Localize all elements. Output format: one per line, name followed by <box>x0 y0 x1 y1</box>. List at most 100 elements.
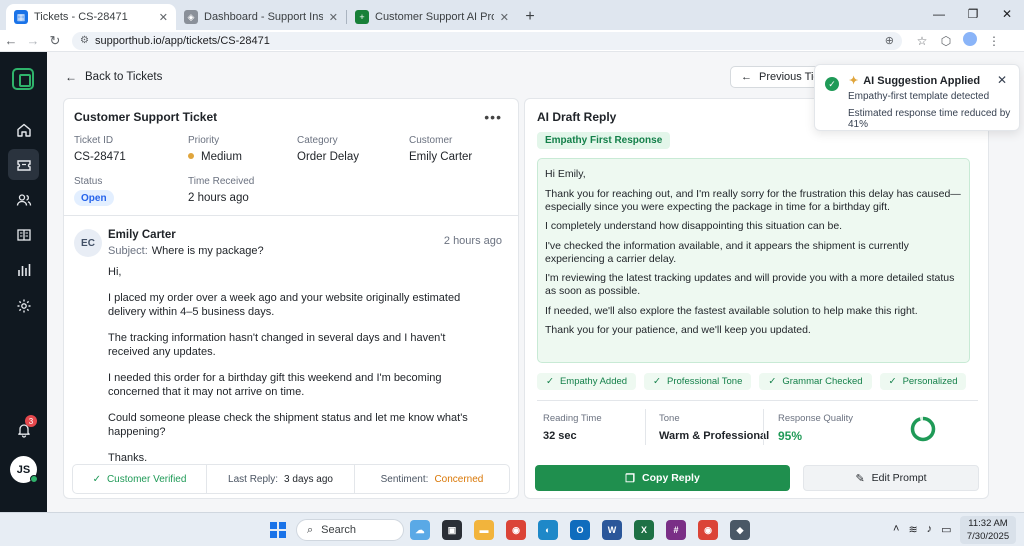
reload-icon[interactable]: ↻ <box>44 33 66 49</box>
quality-ring-fill <box>910 416 936 442</box>
browser-tab-dashboard[interactable]: ◈ Dashboard - Support Insights ✕ <box>176 4 346 30</box>
divider <box>537 400 978 401</box>
arrow-left-icon: ← <box>65 70 77 84</box>
check-icon: ✓ <box>546 376 554 387</box>
word-icon[interactable]: W <box>602 520 622 540</box>
subject-label: Subject: <box>108 245 148 257</box>
wifi-icon[interactable]: ≋ <box>908 523 917 536</box>
pencil-icon: ✎ <box>855 472 865 485</box>
toast-title: ✦ AI Suggestion Applied <box>849 74 980 87</box>
windows-start-icon[interactable] <box>270 522 286 538</box>
app-logo-icon[interactable] <box>12 68 34 90</box>
check-icon: ✓ <box>888 376 897 387</box>
taskbar-clock[interactable]: 11:32 AM 7/30/2025 <box>960 516 1016 544</box>
tone-value: Warm & Professional <box>659 430 770 442</box>
edge-icon[interactable]: ◐ <box>538 520 558 540</box>
user-avatar[interactable]: JS <box>10 456 38 483</box>
template-tag: Empathy First Response <box>537 132 671 149</box>
browser-tab-bar: ▦ Tickets - CS-28471 ✕ ◈ Dashboard - Sup… <box>0 0 1024 30</box>
sidebar-item-settings[interactable] <box>8 290 39 321</box>
quality-checks: ✓ Empathy Added ✓ Professional Tone ✓ Gramm… <box>537 373 974 390</box>
ai-reply-title: AI Draft Reply <box>537 110 617 124</box>
check-empathy-added: ✓ Empathy Added <box>537 373 637 390</box>
system-tray: ˄ ≋ ♪ ▭ <box>893 523 961 536</box>
ticket-id-value: CS-28471 <box>74 151 126 163</box>
response-quality-value: 95% <box>778 429 803 443</box>
browser-tab-tickets[interactable]: ▦ Tickets - CS-28471 ✕ <box>6 4 176 30</box>
app-icon[interactable]: ◆ <box>730 520 750 540</box>
edit-prompt-button[interactable]: ✎ Edit Prompt <box>803 465 979 491</box>
back-label: Back to Tickets <box>85 71 163 83</box>
volume-icon[interactable]: ♪ <box>927 523 933 536</box>
check-icon: ✓ <box>653 376 662 387</box>
excel-icon[interactable]: X <box>634 520 654 540</box>
extensions-icon[interactable]: ⬡ <box>934 34 958 48</box>
bookmark-star-icon[interactable]: ☆ <box>910 34 934 48</box>
taskbar-search[interactable]: ⌕ Search <box>296 519 404 541</box>
outlook-icon[interactable]: O <box>570 520 590 540</box>
battery-icon[interactable]: ▭ <box>941 523 951 536</box>
priority-label: Priority <box>188 135 220 146</box>
more-options-icon[interactable]: ••• <box>484 109 502 125</box>
url-field[interactable]: ⚙ supporthub.io/app/tickets/CS-28471 ⊕ <box>72 31 902 50</box>
ticket-card-title: Customer Support Ticket <box>74 110 218 124</box>
priority-dot <box>188 153 194 159</box>
draft-paragraph: Thank you for reaching out, and I'm real… <box>545 187 961 213</box>
close-toast-icon[interactable]: ✕ <box>997 73 1007 87</box>
back-to-tickets-link[interactable]: ← Back to Tickets <box>65 70 162 84</box>
address-bar-row: ← → ↻ ⚙ supporthub.io/app/tickets/CS-284… <box>0 30 1024 52</box>
sparkle-icon: ✦ <box>849 75 859 87</box>
tab-label: Customer Support AI Prompts - G <box>375 11 494 23</box>
message-time: 2 hours ago <box>443 235 502 247</box>
priority-value: Medium <box>188 151 242 163</box>
chrome-icon[interactable]: ◉ <box>506 520 526 540</box>
new-tab-button[interactable]: + <box>517 4 543 30</box>
ai-suggestion-toast: ✓ ✦ AI Suggestion Applied Empathy-first t… <box>814 64 1020 131</box>
sidebar-item-home[interactable] <box>8 114 39 145</box>
close-tab-icon[interactable]: ✕ <box>329 11 338 24</box>
copy-reply-label: Copy Reply <box>642 472 700 484</box>
chevron-up-icon[interactable]: ˄ <box>893 523 899 536</box>
close-window-icon[interactable]: ✕ <box>990 0 1024 28</box>
category-label: Category <box>297 135 338 146</box>
notifications-button[interactable]: 3 <box>8 414 39 445</box>
window-controls: — ❐ ✕ <box>922 0 1024 30</box>
check-professional-tone: ✓ Professional Tone <box>644 373 752 390</box>
profile-avatar[interactable] <box>958 32 982 49</box>
clock-date: 7/30/2025 <box>966 531 1010 542</box>
customer-verified-indicator: ✓ Customer Verified <box>73 465 207 493</box>
slack-icon[interactable]: # <box>666 520 686 540</box>
draft-paragraph: If needed, we'll also explore the fastes… <box>545 304 918 317</box>
success-check-icon: ✓ <box>825 77 839 91</box>
close-tab-icon[interactable]: ✕ <box>159 11 168 24</box>
browser-menu-icon[interactable]: ⋮ <box>982 34 1006 48</box>
back-icon[interactable]: ← <box>0 33 22 48</box>
zoom-icon[interactable]: ⊕ <box>885 34 894 47</box>
sender-avatar: EC <box>74 229 102 257</box>
customer-value: Emily Carter <box>409 151 473 163</box>
close-tab-icon[interactable]: ✕ <box>500 11 509 24</box>
browser-tab-prompts[interactable]: + Customer Support AI Prompts - G ✕ <box>347 4 517 30</box>
widgets-icon[interactable]: ☁ <box>410 520 430 540</box>
url-text: supporthub.io/app/tickets/CS-28471 <box>94 34 270 47</box>
chrome-active-icon[interactable]: ◉ <box>698 520 718 540</box>
file-explorer-icon[interactable]: ▬ <box>474 520 494 540</box>
task-view-icon[interactable]: ▣ <box>442 520 462 540</box>
forward-icon[interactable]: → <box>22 33 44 48</box>
check-icon: ✓ <box>768 376 777 387</box>
quality-ring-gauge <box>910 416 936 442</box>
restore-icon[interactable]: ❐ <box>956 0 990 28</box>
sentiment-label: Sentiment: <box>380 473 429 485</box>
minimize-icon[interactable]: — <box>922 0 956 28</box>
site-info-icon[interactable]: ⚙ <box>80 35 89 46</box>
sidebar-item-knowledge-base[interactable] <box>8 219 39 250</box>
sidebar-item-tickets[interactable] <box>8 149 39 180</box>
sidebar-item-reports[interactable] <box>8 254 39 285</box>
check-personalized: ✓ Personalized <box>879 373 967 390</box>
app-sidebar: 3 JS <box>0 52 47 512</box>
copy-reply-button[interactable]: ❐ Copy Reply <box>535 465 790 491</box>
arrow-left-icon: ← <box>741 71 752 83</box>
message-paragraph: I needed this order for a birthday gift … <box>108 372 442 398</box>
sidebar-item-users[interactable] <box>8 184 39 215</box>
draft-reply-text[interactable]: Hi Emily, Thank you for reaching out, an… <box>537 158 970 363</box>
